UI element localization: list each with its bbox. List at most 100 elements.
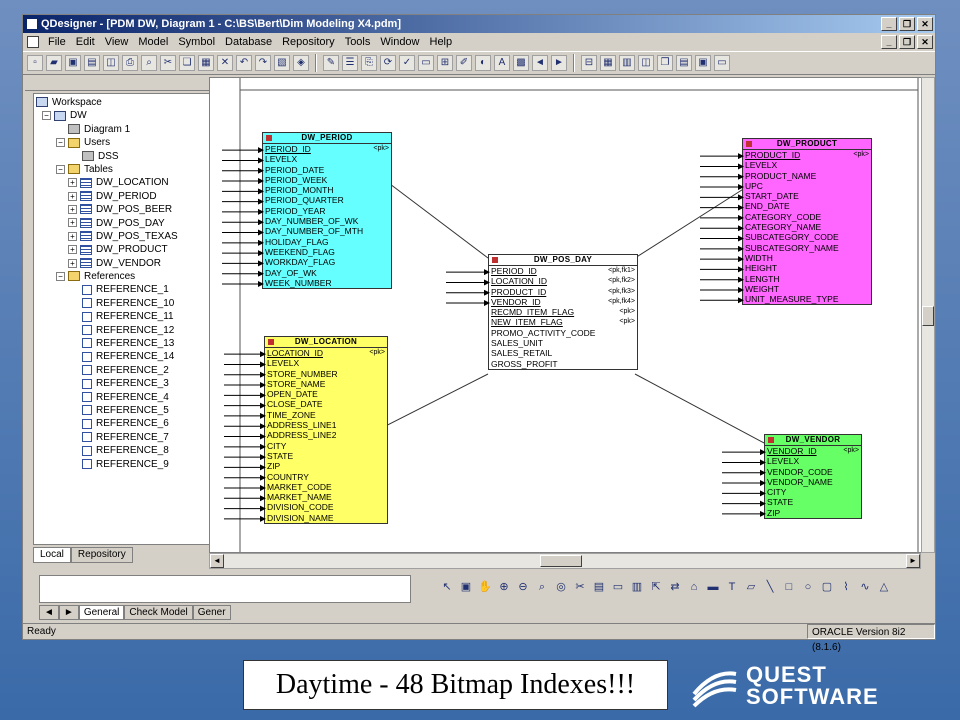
rounded-rect-icon[interactable]: ▢ [819, 579, 835, 595]
redo-icon[interactable]: ↷ [255, 55, 271, 71]
tab-scroll-right-icon[interactable]: ► [58, 605, 79, 620]
menu-file[interactable]: File [43, 36, 71, 48]
menu-database[interactable]: Database [220, 36, 277, 48]
package-icon[interactable]: ▤ [591, 579, 607, 595]
tile-icon[interactable]: ◫ [638, 55, 654, 71]
polyline-icon[interactable]: ⌇ [838, 579, 854, 595]
align-icon[interactable]: ▥ [619, 55, 635, 71]
collapse-icon[interactable]: − [56, 164, 65, 174]
expand-icon[interactable]: + [68, 231, 77, 241]
column-row[interactable]: PROMO_ACTIVITY_CODE [489, 328, 637, 338]
column-row[interactable]: LEVELX [765, 456, 861, 466]
horizontal-scroll-thumb[interactable] [540, 555, 582, 567]
column-row[interactable]: GROSS_PROFIT [489, 359, 637, 369]
line-icon[interactable]: ╲ [762, 579, 778, 595]
open-icon[interactable]: ▰ [46, 55, 62, 71]
column-row[interactable]: ZIP [265, 461, 387, 471]
cascade-icon[interactable]: ❐ [657, 55, 673, 71]
font-icon[interactable]: A [494, 55, 510, 71]
column-row[interactable]: CITY [765, 487, 861, 497]
entity-dw-vendor[interactable]: DW_VENDOR VENDOR_ID <pk> LEVELX VENDOR_CODE… [764, 434, 862, 520]
undo-icon[interactable]: ↶ [236, 55, 252, 71]
book-icon[interactable]: ◈ [293, 55, 309, 71]
tree-reference-item[interactable]: REFERENCE_13 [36, 337, 210, 350]
entity-dw-pos-day[interactable]: DW_POS_DAY PERIOD_ID <pk,fk1> LOCATION_ID <… [488, 254, 638, 370]
scroll-right-icon[interactable]: ► [906, 554, 920, 568]
column-row[interactable]: DIVISION_NAME [265, 513, 387, 523]
curve-icon[interactable]: ∿ [857, 579, 873, 595]
column-row[interactable]: PRODUCT_ID <pk,fk3> [489, 287, 637, 297]
expand-icon[interactable]: + [68, 258, 77, 268]
column-row[interactable]: WIDTH [743, 253, 871, 263]
tab-general[interactable]: General [78, 605, 125, 620]
menu-symbol[interactable]: Symbol [173, 36, 220, 48]
column-row[interactable]: HOLIDAY_FLAG [263, 237, 391, 247]
collapse-icon[interactable]: − [56, 138, 65, 148]
tab-local[interactable]: Local [33, 547, 71, 563]
horizontal-scrollbar[interactable]: ◄ ► [209, 553, 921, 569]
tree-references-folder[interactable]: − References [36, 270, 210, 283]
column-row[interactable]: DIVISION_CODE [265, 502, 387, 512]
zoom-in-icon[interactable]: ⊕ [496, 579, 512, 595]
tab-check-model[interactable]: Check Model [124, 605, 193, 620]
tree-reference-item[interactable]: REFERENCE_14 [36, 350, 210, 363]
save-all-icon[interactable]: ▤ [84, 55, 100, 71]
save-icon[interactable]: ▣ [65, 55, 81, 71]
column-row[interactable]: START_DATE [743, 191, 871, 201]
text-icon[interactable]: T [724, 579, 740, 595]
menu-model[interactable]: Model [133, 36, 173, 48]
diagram-canvas[interactable]: DW_PERIOD PERIOD_ID <pk> LEVELX PERIOD_DATE… [209, 77, 935, 553]
column-row[interactable]: PERIOD_YEAR [263, 206, 391, 216]
forward-icon[interactable]: ► [551, 55, 567, 71]
tree-workspace[interactable]: Workspace [36, 96, 210, 109]
menu-repository[interactable]: Repository [277, 36, 340, 48]
column-row[interactable]: PERIOD_ID <pk,fk1> [489, 266, 637, 276]
column-row[interactable]: VENDOR_ID <pk,fk4> [489, 297, 637, 307]
entity-dw-period[interactable]: DW_PERIOD PERIOD_ID <pk> LEVELX PERIOD_DATE… [262, 132, 392, 290]
column-row[interactable]: LENGTH [743, 274, 871, 284]
column-row[interactable]: UNIT_MEASURE_TYPE [743, 294, 871, 304]
delete-icon[interactable]: ✕ [217, 55, 233, 71]
column-row[interactable]: UPC [743, 181, 871, 191]
print-icon[interactable]: ⎙ [122, 55, 138, 71]
column-row[interactable]: WORKDAY_FLAG [263, 257, 391, 267]
collapse-icon[interactable]: − [56, 271, 65, 281]
tree-table-item[interactable]: + DW_POS_DAY [36, 217, 210, 230]
open-diagram-icon[interactable]: ◎ [553, 579, 569, 595]
image-icon[interactable]: ▩ [513, 55, 529, 71]
column-row[interactable]: CATEGORY_CODE [743, 212, 871, 222]
file-icon[interactable]: ▬ [705, 579, 721, 595]
column-row[interactable]: CLOSE_DATE [265, 399, 387, 409]
tree-table-item[interactable]: + DW_POS_TEXAS [36, 230, 210, 243]
new-icon[interactable]: ▫ [27, 55, 43, 71]
column-row[interactable]: ADDRESS_LINE2 [265, 430, 387, 440]
mdi-close-button[interactable]: ✕ [917, 35, 933, 49]
menu-window[interactable]: Window [375, 36, 424, 48]
color-icon[interactable]: ◐ [475, 55, 491, 71]
column-row[interactable]: ADDRESS_LINE1 [265, 420, 387, 430]
column-row[interactable]: HEIGHT [743, 263, 871, 273]
column-row[interactable]: ZIP [765, 508, 861, 518]
mdi-minimize-button[interactable]: _ [881, 35, 897, 49]
column-row[interactable]: PERIOD_QUARTER [263, 195, 391, 205]
column-row[interactable]: MARKET_CODE [265, 482, 387, 492]
layout-icon[interactable]: ⊞ [437, 55, 453, 71]
tree-reference-item[interactable]: REFERENCE_10 [36, 297, 210, 310]
tree-table-item[interactable]: + DW_PERIOD [36, 190, 210, 203]
column-row[interactable]: LEVELX [263, 154, 391, 164]
column-row[interactable]: RECMD_ITEM_FLAG <pk> [489, 307, 637, 317]
output-area[interactable] [39, 575, 411, 603]
column-row[interactable]: SUBCATEGORY_CODE [743, 232, 871, 242]
find-icon[interactable]: ⌕ [141, 55, 157, 71]
column-row[interactable]: MARKET_NAME [265, 492, 387, 502]
polygon-icon[interactable]: △ [876, 579, 892, 595]
edit-icon[interactable]: ✎ [323, 55, 339, 71]
tree-table-item[interactable]: + DW_LOCATION [36, 176, 210, 189]
scroll-left-icon[interactable]: ◄ [210, 554, 224, 568]
tree-diagram[interactable]: Diagram 1 [36, 123, 210, 136]
zoom-icon[interactable]: ⌕ [534, 579, 550, 595]
copy-icon[interactable]: ❏ [179, 55, 195, 71]
document-icon[interactable] [27, 36, 39, 48]
tree-tables-folder[interactable]: − Tables [36, 163, 210, 176]
join-icon[interactable]: ⇄ [667, 579, 683, 595]
